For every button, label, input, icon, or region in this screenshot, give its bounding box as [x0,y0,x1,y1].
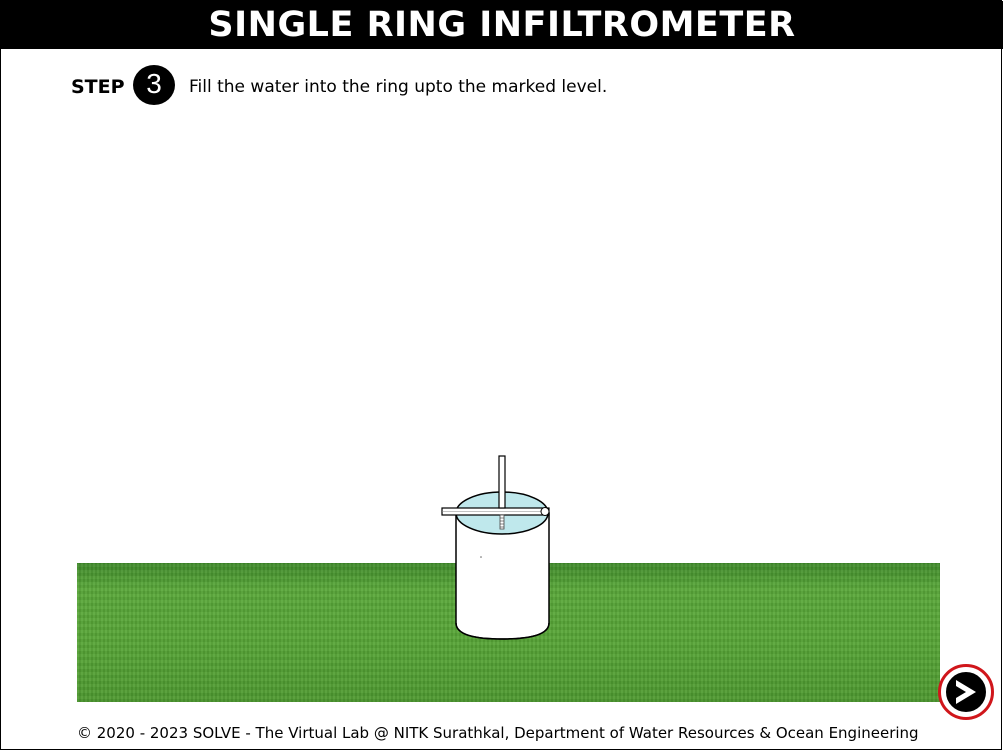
footer-copyright: © 2020 - 2023 SOLVE - The Virtual Lab @ … [77,724,919,742]
next-arrow-icon [944,670,988,714]
measuring-gauge [498,455,506,530]
lab-frame: SINGLE RING INFILTROMETER STEP 3 Fill th… [0,0,1003,750]
cross-bar [441,507,550,516]
next-button[interactable] [938,664,994,720]
infiltrometer-scene [441,455,550,640]
